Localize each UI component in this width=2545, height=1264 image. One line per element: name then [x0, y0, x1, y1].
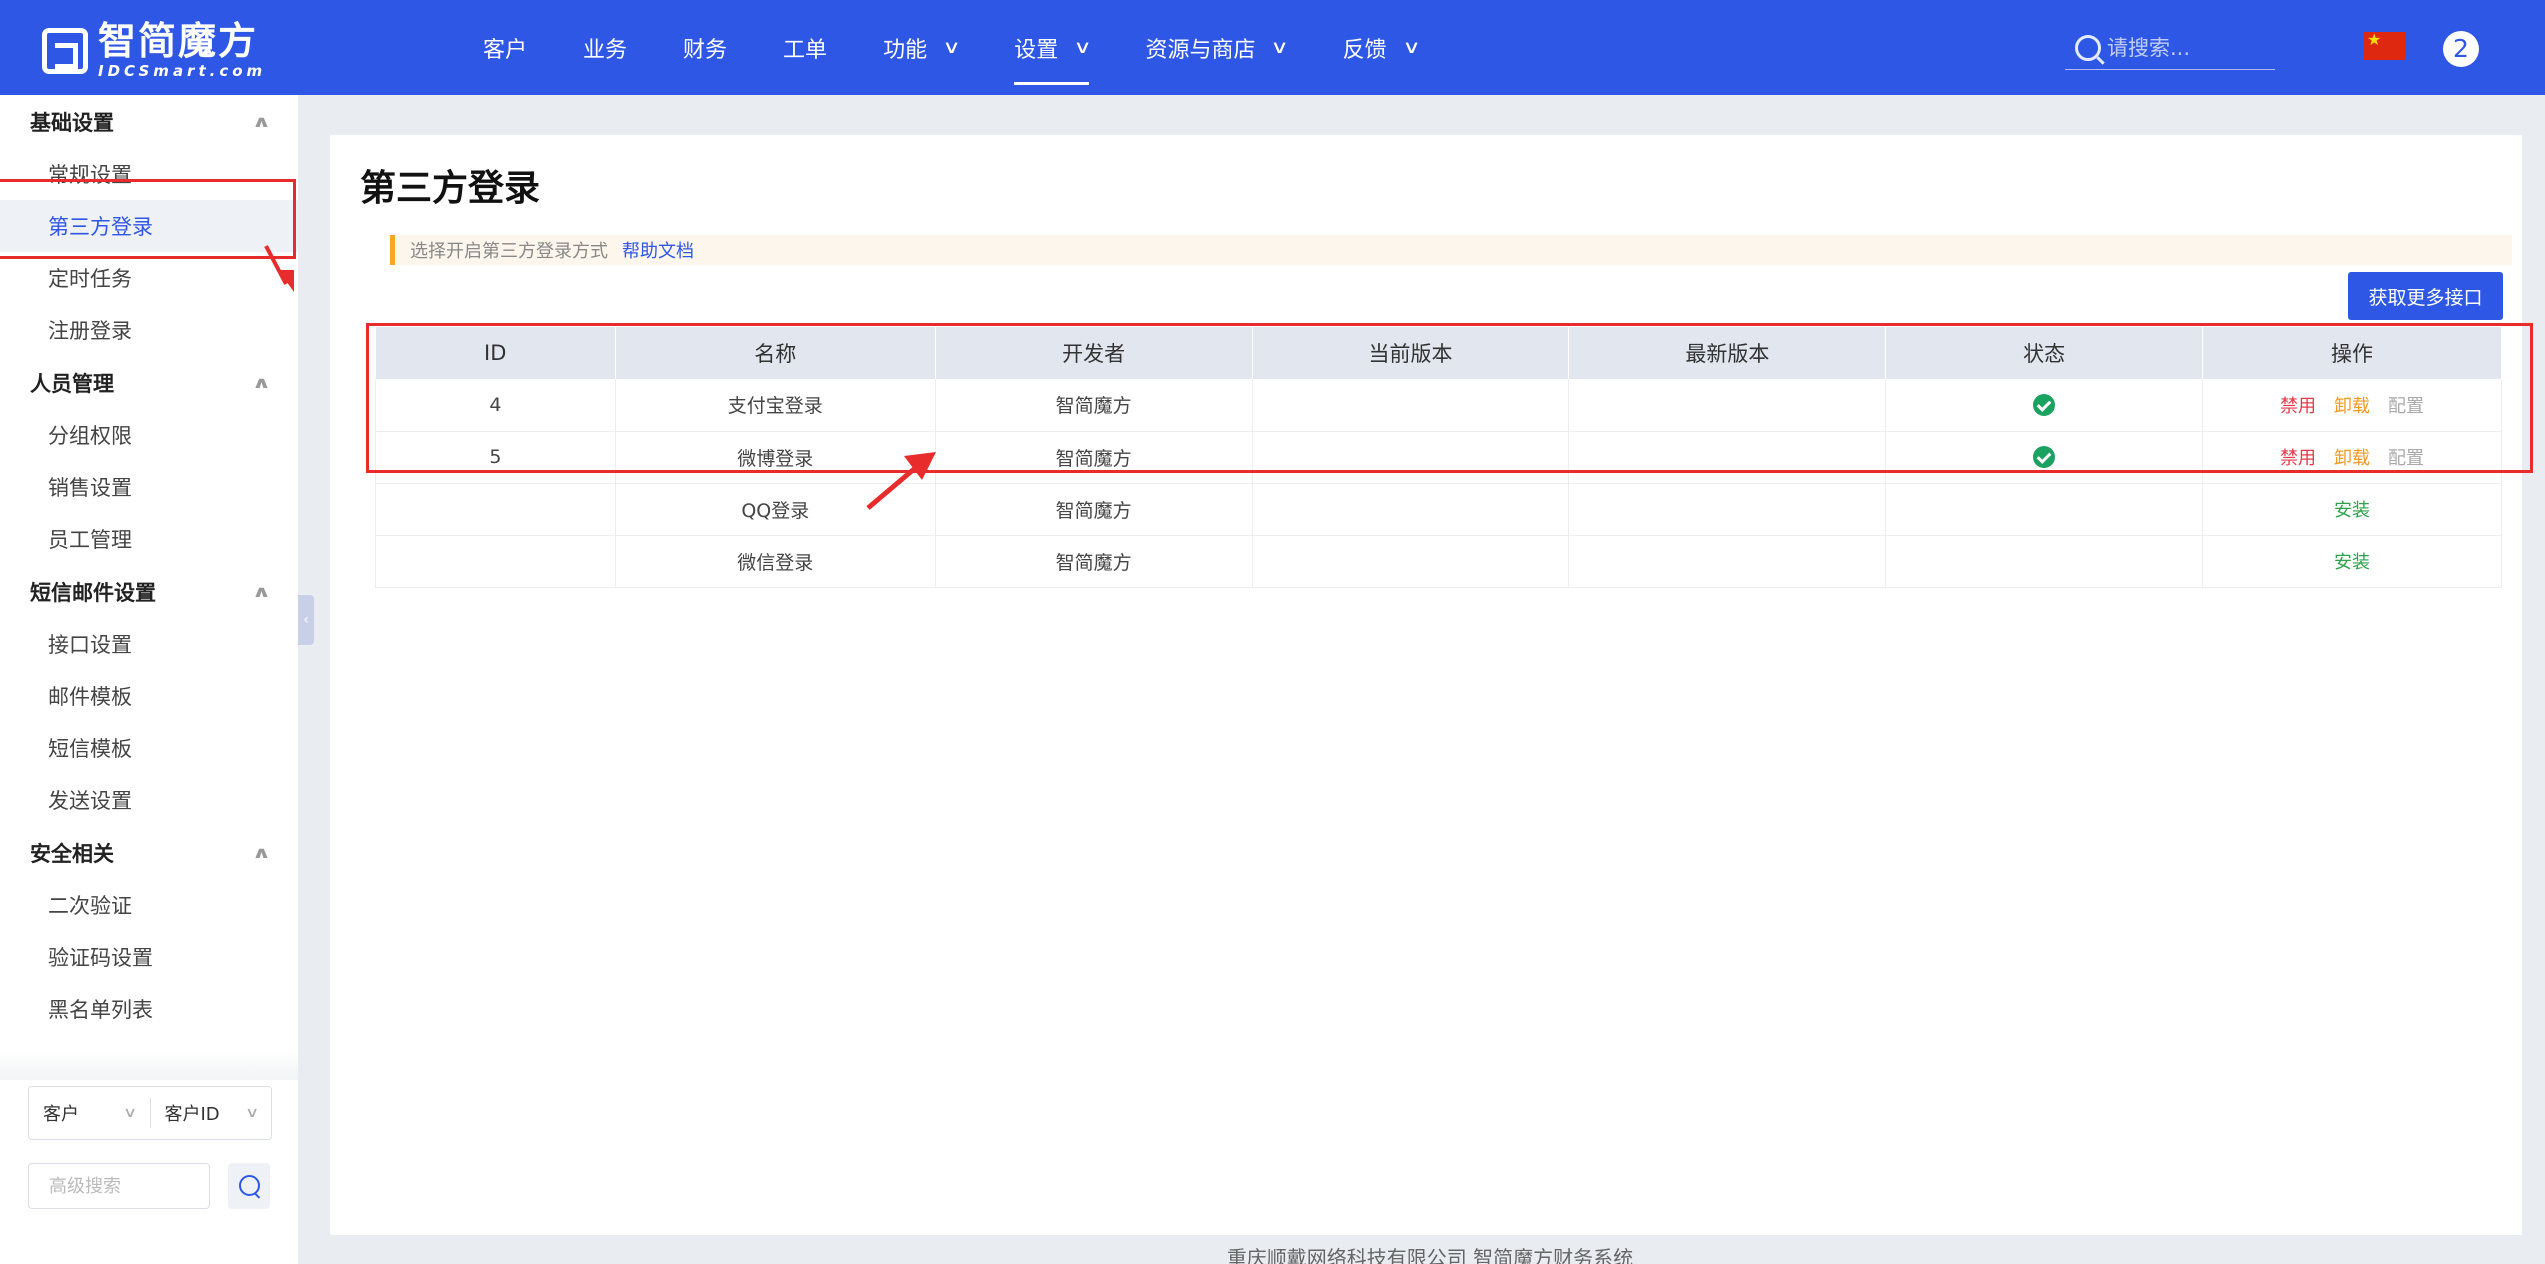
nav-item-4[interactable]: 功能 ∨	[855, 0, 986, 95]
table-row: 微信登录 智简魔方 安装	[375, 535, 2502, 588]
sidebar-group-title: 短信邮件设置	[30, 580, 156, 605]
nav-label: 业务	[583, 37, 628, 63]
sidebar-item[interactable]: 员工管理	[0, 513, 298, 565]
nav-label: 反馈	[1342, 37, 1387, 63]
nav-item-7[interactable]: 反馈 ∨	[1315, 0, 1446, 95]
nav-item-6[interactable]: 资源与商店 ∨	[1117, 0, 1314, 95]
sidebar-item[interactable]: 注册登录	[0, 304, 298, 356]
chevron-down-icon: ∨	[942, 37, 961, 58]
footer-text: 重庆顺戴网络科技有限公司 智简魔方财务系统	[1226, 1246, 1634, 1264]
chevron-down-icon: ∨	[1270, 37, 1290, 58]
nav-label: 设置	[1014, 37, 1059, 63]
page-title: 第三方登录	[360, 168, 541, 209]
sidebar-item[interactable]: 二次验证	[0, 879, 298, 931]
user-avatar[interactable]: 2	[2443, 31, 2479, 67]
cell-name: 微信登录	[615, 535, 936, 588]
info-tip: 选择开启第三方登录方式 帮助文档	[390, 235, 2512, 265]
cell-actions: 安装	[2202, 535, 2502, 588]
global-search[interactable]	[2065, 26, 2275, 70]
chevron-down-icon: ∨	[123, 1105, 138, 1121]
search-input[interactable]	[2107, 35, 2267, 60]
sidebar-item[interactable]: 销售设置	[0, 461, 298, 513]
sidebar-group-0[interactable]: 基础设置 ∧	[0, 95, 298, 148]
annotation-box-sidebar	[0, 179, 296, 259]
nav-label: 功能	[883, 37, 928, 63]
chevron-down-icon: ∨	[244, 1105, 260, 1121]
main-card: 第三方登录 选择开启第三方登录方式 帮助文档 获取更多接口 ID 名称 开发者 当前版…	[330, 135, 2522, 1235]
advanced-search-button[interactable]	[228, 1163, 270, 1209]
filter-type-value: 客户	[43, 1104, 79, 1125]
tip-text: 选择开启第三方登录方式	[410, 241, 608, 262]
nav-label: 资源与商店	[1145, 37, 1256, 63]
sidebar-item[interactable]: 发送设置	[0, 774, 298, 826]
chevron-up-icon: ∧	[251, 112, 272, 131]
nav-item-3[interactable]: 工单	[755, 0, 855, 95]
brand-logo[interactable]: 智简魔方 IDCSmart.com	[42, 22, 266, 79]
sidebar-item[interactable]: 黑名单列表	[0, 983, 298, 1035]
brand-name: 智简魔方	[98, 19, 259, 63]
nav-item-1[interactable]: 业务	[555, 0, 655, 95]
nav-label: 客户	[483, 37, 528, 63]
filter-field-select[interactable]: 客户ID ∨	[149, 1098, 272, 1128]
cell-status	[1885, 535, 2204, 588]
action-link[interactable]: 安装	[2334, 552, 2370, 573]
nav-item-0[interactable]: 客户	[455, 0, 555, 95]
annotation-arrow-sidebar	[264, 245, 294, 292]
cell-latest-version	[1568, 535, 1887, 588]
search-icon	[2075, 34, 2101, 61]
sidebar-group-title: 安全相关	[30, 841, 114, 866]
filter-field-value: 客户ID	[164, 1104, 220, 1125]
chevron-down-icon: ∨	[1073, 37, 1093, 58]
sidebar-group-1[interactable]: 人员管理 ∧	[0, 356, 298, 409]
brand-domain: IDCSmart.com	[98, 62, 267, 80]
chevron-up-icon: ∧	[251, 582, 272, 601]
sidebar-item[interactable]: 邮件模板	[0, 670, 298, 722]
logo-icon	[42, 27, 88, 74]
customer-filter: 客户 ∨ 客户ID ∨	[28, 1086, 272, 1140]
cell-id	[375, 535, 616, 588]
top-navbar: 智简魔方 IDCSmart.com 客户 业务 财务 工单 功能 ∨ 设置 ∨ 资源与商店 ∨ 反馈…	[0, 0, 2545, 95]
nav-label: 工单	[783, 37, 828, 63]
sidebar-group-2[interactable]: 短信邮件设置 ∧	[0, 565, 298, 618]
nav-item-2[interactable]: 财务	[655, 0, 755, 95]
main-nav: 客户 业务 财务 工单 功能 ∨ 设置 ∨ 资源与商店 ∨ 反馈 ∨	[455, 0, 1446, 95]
sidebar-item[interactable]: 定时任务	[0, 252, 298, 304]
collapse-sidebar-handle[interactable]: ‹	[298, 595, 314, 645]
sidebar-item[interactable]: 接口设置	[0, 618, 298, 670]
chevron-down-icon: ∨	[1402, 37, 1421, 58]
sidebar-item[interactable]: 短信模板	[0, 722, 298, 774]
chevron-up-icon: ∧	[251, 373, 272, 392]
annotation-arrow-table	[866, 452, 936, 510]
nav-item-5[interactable]: 设置 ∨	[986, 0, 1117, 95]
china-flag-icon[interactable]	[2363, 30, 2405, 60]
sidebar-item[interactable]: 分组权限	[0, 409, 298, 461]
sidebar-group-title: 人员管理	[30, 371, 114, 396]
sidebar-item[interactable]: 验证码设置	[0, 931, 298, 983]
nav-label: 财务	[683, 37, 728, 63]
cell-current-version	[1252, 535, 1570, 588]
get-more-interfaces-button[interactable]: 获取更多接口	[2348, 272, 2503, 320]
sidebar: 基础设置 ∧ 常规设置 第三方登录 定时任务 注册登录 人员管理 ∧ 分组权限 销售设置 员工管理短…	[0, 95, 298, 1264]
cell-id	[375, 483, 616, 536]
cell-developer: 智简魔方	[935, 535, 1253, 588]
chevron-up-icon: ∧	[251, 843, 272, 862]
advanced-search-input[interactable]	[28, 1163, 210, 1209]
sidebar-divider	[0, 1050, 298, 1080]
sidebar-group-3[interactable]: 安全相关 ∧	[0, 826, 298, 879]
help-docs-link[interactable]: 帮助文档	[622, 237, 694, 263]
sidebar-group-title: 基础设置	[30, 110, 114, 135]
filter-type-select[interactable]: 客户 ∨	[29, 1087, 150, 1139]
